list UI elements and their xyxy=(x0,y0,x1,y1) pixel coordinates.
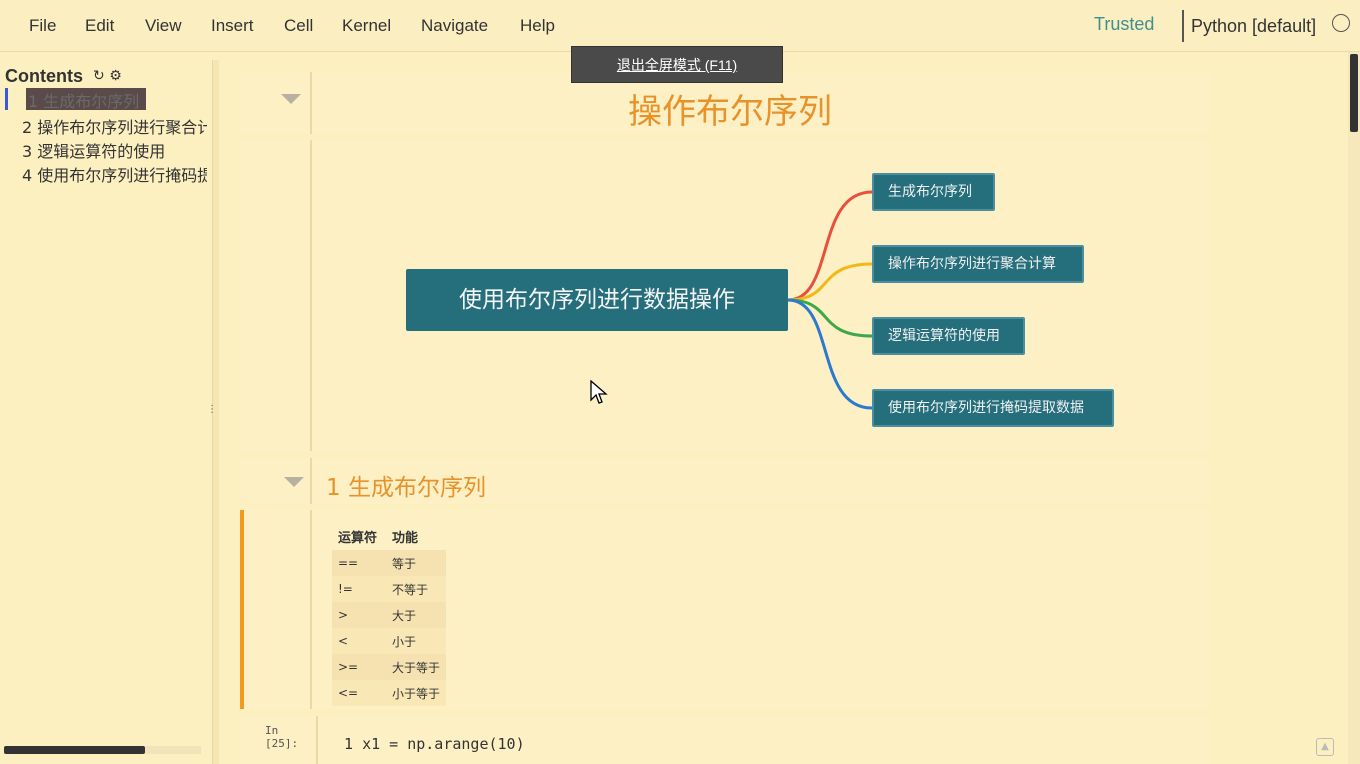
menu-edit[interactable]: Edit xyxy=(85,16,114,36)
code-source: x1 = np.arange(10) xyxy=(362,735,525,753)
splitter-grip-icon[interactable]: ⋮ xyxy=(207,404,217,415)
notebook-container: 操作布尔序列 使用布尔序列进行数据操作 生成布尔序列 操作布尔序列进行聚合计算 … xyxy=(240,72,1210,764)
main-scrollbar-track xyxy=(1348,52,1360,764)
line-number: 1 xyxy=(344,735,354,753)
cell-prompt-area xyxy=(244,510,312,709)
gear-icon[interactable]: ⚙ xyxy=(109,68,122,84)
table-cell-function: 大于 xyxy=(386,602,446,628)
section-heading: 1 生成布尔序列 xyxy=(326,475,486,501)
toc-item-3[interactable]: 3 逻辑运算符的使用 xyxy=(22,138,207,162)
mindmap-branch-4 xyxy=(787,298,873,410)
input-prompt: In [25]: xyxy=(265,724,299,750)
mindmap-branch-1 xyxy=(787,190,873,302)
sidebar-scrollbar-thumb[interactable] xyxy=(4,746,145,754)
toc-tools: ↻ ⚙ xyxy=(93,68,122,84)
collapse-icon[interactable] xyxy=(284,477,304,487)
table-cell-operator: == xyxy=(332,550,386,576)
trusted-indicator[interactable]: Trusted xyxy=(1094,14,1154,35)
cell-prompt-area xyxy=(240,458,312,504)
toc-item-1[interactable]: 1 生成布尔序列 xyxy=(26,88,146,111)
toc-active-indicator xyxy=(5,88,8,110)
toc-item-2[interactable]: 2 操作布尔序列进行聚合计算 xyxy=(22,114,207,138)
table-row: > 大于 xyxy=(332,602,446,628)
operator-table: 运算符 功能 == 等于 != 不等于 > 大于 < 小于 >= 大于等于 <=… xyxy=(332,522,446,706)
menu-help[interactable]: Help xyxy=(520,16,555,36)
table-cell-operator: > xyxy=(332,602,386,628)
table-cell-operator: < xyxy=(332,628,386,654)
table-row: != 不等于 xyxy=(332,576,446,602)
kernel-name[interactable]: Python [default] xyxy=(1191,16,1316,37)
mindmap-node-2: 操作布尔序列进行聚合计算 xyxy=(872,245,1084,283)
main-scrollbar-thumb[interactable] xyxy=(1350,54,1358,132)
table-row: == 等于 xyxy=(332,550,446,576)
table-cell-operator: >= xyxy=(332,654,386,680)
table-cell-function: 大于等于 xyxy=(386,654,446,680)
table-cell-function: 等于 xyxy=(386,550,446,576)
toc-sidebar: Contents ↻ ⚙ 1 生成布尔序列 2 操作布尔序列进行聚合计算 3 逻… xyxy=(0,60,213,764)
menu-insert[interactable]: Insert xyxy=(211,16,254,36)
mindmap-cell[interactable]: 使用布尔序列进行数据操作 生成布尔序列 操作布尔序列进行聚合计算 逻辑运算符的使… xyxy=(240,140,1210,451)
mindmap-branch-3 xyxy=(787,298,873,338)
menu-navigate[interactable]: Navigate xyxy=(421,16,488,36)
table-cell[interactable]: 运算符 功能 == 等于 != 不等于 > 大于 < 小于 >= 大于等于 <=… xyxy=(240,510,1210,709)
notebook-title: 操作布尔序列 xyxy=(628,92,832,132)
mindmap-node-4: 使用布尔序列进行掩码提取数据 xyxy=(872,389,1114,427)
table-cell-function: 小于 xyxy=(386,628,446,654)
menu-kernel[interactable]: Kernel xyxy=(342,16,391,36)
scroll-to-top-icon[interactable]: ▲ xyxy=(1316,738,1334,756)
table-cell-operator: <= xyxy=(332,680,386,706)
mindmap-node-1: 生成布尔序列 xyxy=(872,173,995,211)
table-row: < 小于 xyxy=(332,628,446,654)
sidebar-scrollbar-track xyxy=(145,746,201,754)
table-cell-operator: != xyxy=(332,576,386,602)
table-header-operator: 运算符 xyxy=(338,530,378,546)
mindmap-branch-2 xyxy=(787,262,873,302)
collapse-icon[interactable] xyxy=(281,94,301,104)
exit-fullscreen-tooltip[interactable]: 退出全屏模式 (F11) xyxy=(571,46,783,83)
code-editor[interactable]: 1 x1 = np.arange(10) xyxy=(344,735,525,753)
table-row: <= 小于等于 xyxy=(332,680,446,706)
mindmap-node-3: 逻辑运算符的使用 xyxy=(872,317,1025,355)
menu-bar: File Edit View Insert Cell Kernel Naviga… xyxy=(0,0,1360,52)
code-cell[interactable]: In [25]: 1 x1 = np.arange(10) xyxy=(240,716,1210,764)
mindmap-root: 使用布尔序列进行数据操作 xyxy=(406,269,788,331)
table-cell-function: 不等于 xyxy=(386,576,446,602)
table-row: >= 大于等于 xyxy=(332,654,446,680)
menu-file[interactable]: File xyxy=(29,16,56,36)
mouse-cursor-icon xyxy=(590,380,608,404)
toc-title: Contents xyxy=(5,66,83,86)
kernel-status-icon xyxy=(1332,14,1350,32)
refresh-icon[interactable]: ↻ xyxy=(93,68,105,84)
table-header-function: 功能 xyxy=(392,530,419,546)
heading-cell[interactable]: 1 生成布尔序列 xyxy=(240,458,1210,504)
cell-prompt-area: In [25]: xyxy=(240,716,318,764)
menu-view[interactable]: View xyxy=(145,16,182,36)
cell-prompt-area xyxy=(240,72,312,134)
toc-item-4[interactable]: 4 使用布尔序列进行掩码提取数据 xyxy=(22,162,207,186)
menu-cell[interactable]: Cell xyxy=(284,16,313,36)
table-cell-function: 小于等于 xyxy=(386,680,446,706)
kernel-separator xyxy=(1182,10,1184,42)
